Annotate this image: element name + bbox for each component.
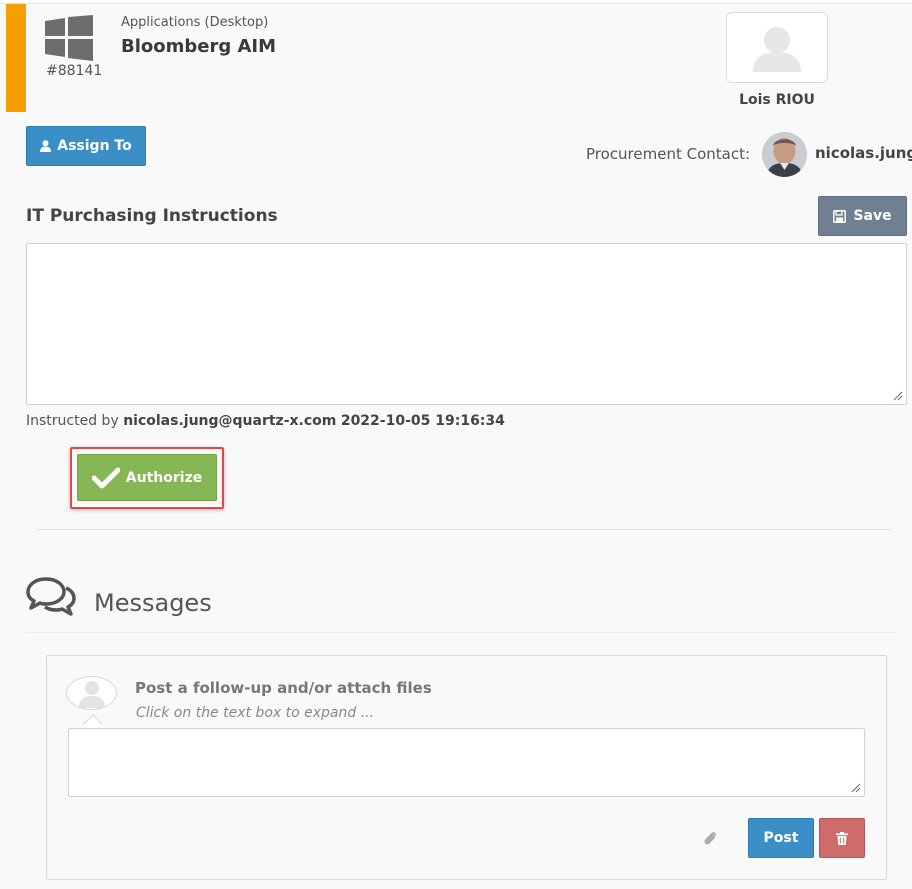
messages-title: Messages [94,589,212,617]
authorize-label: Authorize [125,469,203,486]
windows-icon [45,15,93,61]
composer-avatar [66,676,117,710]
checkmark-icon [91,467,120,488]
user-placeholder-icon [753,26,801,72]
user-icon [40,140,52,152]
paperclip-icon[interactable] [702,829,718,847]
contact-photo [762,132,807,177]
save-button[interactable]: Save [818,196,907,236]
instructed-at-timestamp: 2022-10-05 19:16:34 [340,413,505,429]
ticket-title: Bloomberg AIM [121,36,277,57]
authorize-button[interactable]: Authorize [77,454,217,501]
resize-handle-icon[interactable] [851,783,861,793]
ticket-category: Applications (Desktop) [121,15,269,30]
instructions-textarea[interactable] [26,243,907,405]
composer-expand-hint: Click on the text box to expand ... [136,705,375,721]
assign-to-label: Assign To [57,138,132,154]
procurement-contact-label: Procurement Contact: [586,145,751,163]
top-frame-border [0,0,912,4]
message-textarea[interactable] [68,728,865,797]
procurement-contact-avatar[interactable] [762,132,807,177]
user-placeholder-icon [78,681,105,708]
trash-icon [836,831,848,845]
ticket-accent-bar [6,4,26,112]
assign-to-button[interactable]: Assign To [26,126,146,166]
assignee-avatar[interactable] [726,12,828,83]
post-button[interactable]: Post [748,818,814,858]
instructed-by-line: Instructed by nicolas.jung@quartz-x.com … [26,413,505,429]
instructions-title: IT Purchasing Instructions [26,206,278,226]
procurement-contact-name[interactable]: nicolas.jung [815,144,912,162]
instructed-by-prefix: Instructed by [26,413,119,429]
delete-button[interactable] [819,818,865,858]
composer-title: Post a follow-up and/or attach files [135,679,432,697]
assignee-name: Lois RIOU [739,92,815,108]
resize-handle-icon[interactable] [893,391,903,401]
ticket-id: #88141 [46,63,103,79]
section-divider [36,529,892,530]
save-label: Save [853,208,892,224]
chat-bubbles-icon [26,577,76,616]
messages-divider [26,632,898,633]
instructed-by-email: nicolas.jung@quartz-x.com [123,413,337,429]
floppy-disk-icon [833,209,847,223]
